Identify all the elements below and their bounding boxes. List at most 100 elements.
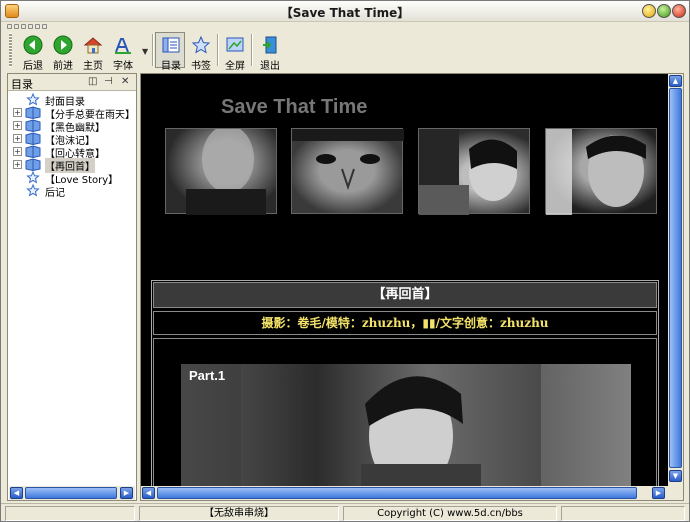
toolbar: 后退 前进 主页 字体 ▼ 目录 书签 全屏 退出	[7, 31, 683, 72]
book-icon	[25, 106, 41, 119]
minimize-button[interactable]	[642, 4, 656, 18]
back-button[interactable]: 后退	[17, 32, 47, 72]
part-label: Part.1	[189, 368, 226, 383]
tree-item-page[interactable]: 【Love Story】	[8, 171, 136, 186]
header-photo	[291, 128, 404, 214]
scroll-right-icon[interactable]: ▶	[120, 487, 133, 499]
back-arrow-icon	[23, 35, 43, 55]
status-copyright: Copyright (C) www.5d.cn/bbs	[343, 506, 557, 521]
fullscreen-icon	[226, 37, 244, 52]
tree-item-chapter-selected[interactable]: + 【再回首】	[8, 158, 136, 173]
scroll-thumb[interactable]	[25, 487, 117, 499]
toc-panel-header: 目录 ◫ ⊣ ✕	[8, 74, 136, 91]
pin-icon[interactable]: ⊣	[104, 76, 113, 87]
menu-bar	[1, 23, 689, 31]
tree-item-chapter[interactable]: + 【回心转意】	[8, 145, 136, 160]
home-button[interactable]: 主页	[77, 32, 107, 72]
portrait-image	[186, 129, 266, 215]
header-photo	[545, 128, 657, 215]
book-icon	[25, 119, 41, 132]
fullscreen-label: 全屏	[225, 61, 245, 72]
home-label: 主页	[83, 61, 103, 72]
window-title: 【Save That Time】	[280, 6, 410, 20]
expand-icon[interactable]: +	[13, 108, 22, 117]
chevron-down-icon[interactable]: ▼	[142, 47, 148, 56]
tree-item-chapter[interactable]: + 【泡沫记】	[8, 132, 136, 147]
star-page-icon	[26, 184, 40, 197]
tree-item-page[interactable]: 后记	[8, 184, 136, 199]
header-photo	[165, 128, 277, 215]
scroll-down-icon[interactable]: ▼	[669, 470, 682, 482]
expand-icon[interactable]: +	[13, 160, 22, 169]
tree-item-cover[interactable]: 封面目录	[8, 93, 136, 108]
book-icon	[25, 158, 41, 171]
book-icon	[25, 145, 41, 158]
portrait-image	[292, 129, 404, 191]
content-vertical-scrollbar[interactable]: ▲ ▼	[668, 74, 683, 486]
toc-panel-title: 目录	[11, 78, 33, 91]
tree-item-label: 后记	[45, 188, 65, 199]
toolbar-separator	[152, 34, 154, 66]
content-horizontal-scrollbar[interactable]: ◀ ▶	[141, 486, 668, 500]
portrait-image	[546, 129, 646, 215]
bookmark-label: 书签	[191, 61, 211, 72]
toc-panel: 目录 ◫ ⊣ ✕ 封面目录 + 【分手总要在雨天】 + 【黑色幽默】 + 【泡沫…	[7, 73, 137, 501]
star-page-icon	[26, 93, 40, 106]
menu-handle[interactable]	[28, 24, 33, 29]
font-label: 字体	[113, 61, 133, 72]
maximize-button[interactable]	[657, 4, 671, 18]
scroll-left-icon[interactable]: ◀	[10, 487, 23, 499]
menu-handle[interactable]	[14, 24, 19, 29]
scroll-left-icon[interactable]: ◀	[142, 487, 155, 499]
tree-item-chapter[interactable]: + 【分手总要在雨天】	[8, 106, 136, 121]
bookmark-button[interactable]: 书签	[185, 32, 215, 72]
menu-handle[interactable]	[7, 24, 12, 29]
exit-button[interactable]: 退出	[254, 32, 284, 72]
toc-horizontal-scrollbar[interactable]: ◀ ▶	[9, 486, 135, 500]
exit-label: 退出	[260, 61, 280, 72]
close-button[interactable]	[672, 4, 686, 18]
expand-icon[interactable]: +	[13, 134, 22, 143]
home-icon	[83, 37, 103, 54]
menu-handle[interactable]	[42, 24, 47, 29]
expand-icon[interactable]: +	[13, 147, 22, 156]
credits-line: 摄影：卷毛/模特：zhuzhu，▮▮/文字创意：zhuzhu	[153, 311, 657, 335]
content-view: Save That Time 【再回首】 摄影：卷毛/模特：zhuzhu，▮▮/…	[140, 73, 684, 501]
toolbar-separator	[251, 34, 253, 66]
status-left-text: 【无敌串串烧】	[139, 506, 339, 521]
tree-item-chapter[interactable]: + 【黑色幽默】	[8, 119, 136, 134]
fullscreen-button[interactable]: 全屏	[219, 32, 249, 72]
menu-handle[interactable]	[21, 24, 26, 29]
section-title: 【再回首】	[153, 282, 657, 308]
font-button[interactable]: 字体	[107, 32, 137, 72]
forward-button[interactable]: 前进	[47, 32, 77, 72]
toc-button[interactable]: 目录	[155, 32, 185, 72]
font-icon	[115, 38, 131, 54]
toolbar-grip[interactable]	[9, 33, 12, 67]
toc-label: 目录	[161, 61, 181, 72]
main-photo: Part.1	[181, 364, 631, 486]
toc-icon	[162, 37, 180, 53]
scroll-corner	[668, 486, 683, 500]
panel-menu-icon[interactable]: ◫	[88, 76, 97, 87]
exit-door-icon	[263, 36, 277, 54]
page-header-title: Save That Time	[221, 96, 368, 118]
portrait-image	[181, 364, 631, 486]
scroll-thumb[interactable]	[669, 88, 682, 468]
close-panel-icon[interactable]: ✕	[121, 76, 129, 87]
scroll-right-icon[interactable]: ▶	[652, 487, 665, 499]
status-bar: 【无敌串串烧】 Copyright (C) www.5d.cn/bbs	[1, 503, 689, 521]
forward-arrow-icon	[53, 35, 73, 55]
portrait-image	[419, 129, 517, 215]
back-label: 后退	[23, 61, 43, 72]
star-page-icon	[26, 171, 40, 184]
scroll-up-icon[interactable]: ▲	[669, 75, 682, 87]
status-cell-empty	[5, 506, 135, 521]
expand-icon[interactable]: +	[13, 121, 22, 130]
status-cell-empty	[561, 506, 685, 521]
scroll-thumb[interactable]	[157, 487, 637, 499]
app-window: 【Save That Time】 后退 前进 主页 字体 ▼ 目录 书签 全屏 …	[0, 0, 690, 522]
header-photo	[418, 128, 530, 215]
menu-handle[interactable]	[35, 24, 40, 29]
book-icon	[25, 132, 41, 145]
